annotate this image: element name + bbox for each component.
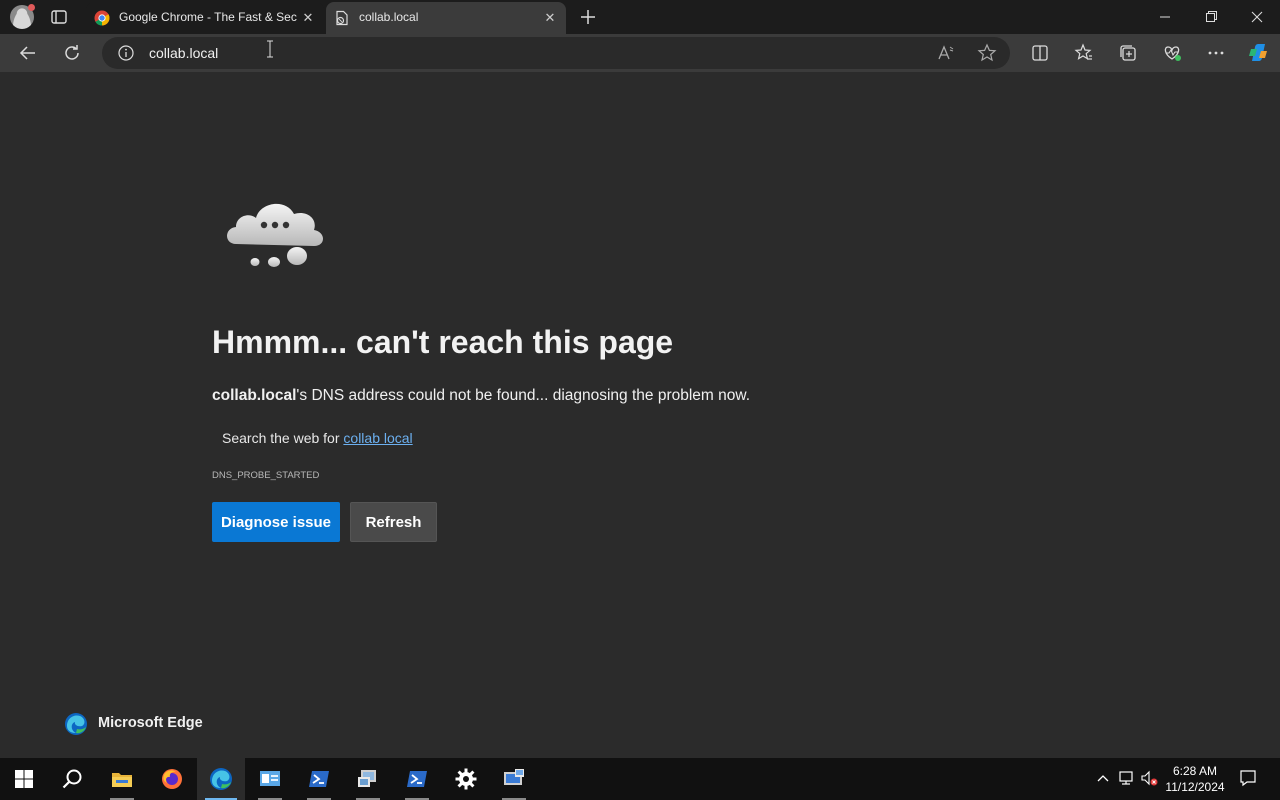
diagnose-issue-button[interactable]: Diagnose issue [212, 502, 340, 542]
clock-time: 6:28 AM [1172, 764, 1218, 778]
taskbar-search-button[interactable] [48, 758, 96, 800]
profile-notification-icon [28, 4, 35, 11]
error-description-text: 's DNS address could not be found... dia… [296, 387, 751, 404]
site-info-icon[interactable] [118, 45, 134, 61]
settings-button[interactable] [442, 758, 490, 800]
start-button[interactable] [0, 758, 48, 800]
refresh-page-button[interactable]: Refresh [350, 502, 437, 542]
split-screen-icon[interactable] [1026, 39, 1054, 67]
network-tool-button[interactable] [344, 758, 392, 800]
tab-chrome[interactable]: Google Chrome - The Fast & Secure Web Br… [86, 2, 324, 34]
favorites-icon[interactable] [1070, 39, 1098, 67]
tab-close-icon[interactable]: ✕ [540, 8, 560, 28]
tab-actions-menu-icon[interactable] [48, 6, 70, 28]
search-web-link[interactable]: collab local [343, 430, 412, 446]
remote-desktop-button[interactable] [490, 758, 538, 800]
notifications-icon[interactable] [1238, 768, 1258, 788]
restore-button[interactable] [1188, 0, 1234, 34]
edge-logo-icon [64, 712, 88, 736]
error-description: collab.local's DNS address could not be … [212, 387, 750, 405]
read-aloud-icon[interactable] [936, 43, 956, 63]
error-code: DNS_PROBE_STARTED [212, 470, 320, 481]
network-status-icon[interactable] [1118, 768, 1136, 788]
collections-icon[interactable] [1114, 39, 1142, 67]
favorite-star-icon[interactable] [977, 43, 997, 63]
chrome-icon [94, 10, 110, 26]
edge-button[interactable] [197, 758, 245, 800]
tab-close-icon[interactable]: ✕ [298, 8, 318, 28]
file-explorer-button[interactable] [98, 758, 146, 800]
clock-date: 11/12/2024 [1165, 780, 1225, 794]
server-manager-button[interactable] [246, 758, 294, 800]
firefox-button[interactable] [148, 758, 196, 800]
brand-name: Microsoft Edge [98, 715, 203, 731]
address-bar[interactable]: collab.local [102, 37, 1010, 69]
close-window-button[interactable] [1234, 0, 1280, 34]
minimize-button[interactable] [1142, 0, 1188, 34]
thinking-cloud-icon [222, 190, 330, 272]
powershell-button[interactable] [295, 758, 343, 800]
taskbar: 6:28 AM 11/12/2024 [0, 758, 1280, 800]
tab-collab-local[interactable]: collab.local ✕ [326, 2, 566, 34]
back-button[interactable] [14, 39, 42, 67]
text-cursor-icon [266, 40, 274, 58]
error-page: Hmmm... can't reach this page collab.loc… [0, 72, 1280, 758]
new-tab-button[interactable] [576, 5, 600, 29]
refresh-button[interactable] [58, 39, 86, 67]
address-url[interactable]: collab.local [149, 45, 218, 61]
volume-muted-icon[interactable] [1140, 768, 1158, 788]
powershell-ise-button[interactable] [393, 758, 441, 800]
error-headline: Hmmm... can't reach this page [212, 324, 674, 360]
browser-toolbar: collab.local [0, 34, 1280, 72]
tab-title: Google Chrome - The Fast & Secure Web Br… [119, 10, 297, 24]
page-error-icon [334, 10, 350, 26]
show-hidden-icons-chevron-up-icon[interactable] [1094, 768, 1112, 788]
more-options-icon[interactable] [1202, 39, 1230, 67]
search-suggestion: Search the web for collab local [222, 430, 413, 446]
tab-title: collab.local [359, 10, 419, 24]
system-clock[interactable]: 6:28 AM 11/12/2024 [1160, 763, 1230, 795]
error-host: collab.local [212, 387, 297, 404]
copilot-icon[interactable] [1244, 39, 1272, 67]
search-prefix: Search the web for [222, 430, 344, 446]
browser-essentials-icon[interactable] [1158, 39, 1186, 67]
tab-bar: Google Chrome - The Fast & Secure Web Br… [0, 0, 1280, 34]
